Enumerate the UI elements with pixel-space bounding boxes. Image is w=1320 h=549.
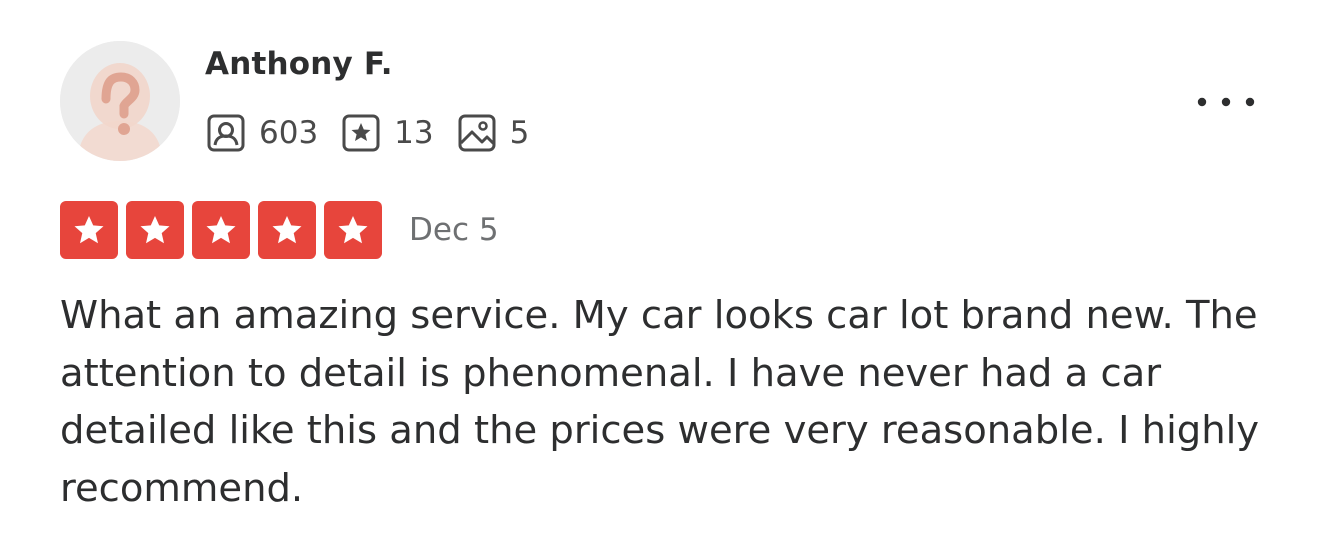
more-dots-icon [1197, 97, 1255, 107]
star-box [258, 201, 316, 259]
user-stats: 603 13 5 [207, 112, 553, 154]
user-avatar[interactable] [60, 41, 180, 161]
friends-icon [207, 114, 245, 152]
star-icon [206, 216, 236, 244]
star-box [60, 201, 118, 259]
question-mark-avatar-icon [60, 41, 180, 161]
reviews-stat: 13 [342, 114, 434, 152]
photos-count: 5 [509, 115, 530, 151]
star-icon [74, 216, 104, 244]
star-box [192, 201, 250, 259]
photos-stat: 5 [458, 114, 530, 152]
user-name[interactable]: Anthony F. [205, 46, 393, 82]
star-box [126, 201, 184, 259]
review-card: Anthony F. 603 13 5 Dec 5 What an amazin… [0, 0, 1320, 549]
reviews-count: 13 [394, 115, 434, 151]
star-review-icon [342, 114, 380, 152]
star-box [324, 201, 382, 259]
star-icon [272, 216, 302, 244]
photo-icon [458, 114, 496, 152]
more-options-button[interactable] [1190, 86, 1262, 118]
friends-stat: 603 [207, 114, 318, 152]
star-icon [140, 216, 170, 244]
friends-count: 603 [259, 115, 319, 151]
star-rating [60, 201, 382, 259]
review-text: What an amazing service. My car looks ca… [60, 293, 1260, 511]
review-date: Dec 5 [409, 212, 499, 248]
star-icon [338, 216, 368, 244]
